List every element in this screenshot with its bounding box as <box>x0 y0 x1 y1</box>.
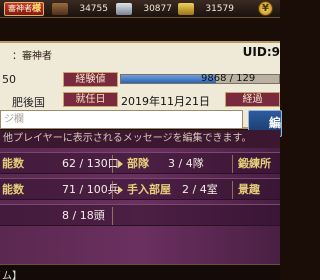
elapsed-label: 経過 <box>225 92 280 107</box>
message-input[interactable] <box>0 110 243 129</box>
badge-mark: 様 <box>32 4 42 14</box>
player-uid: UID:9 <box>242 45 280 59</box>
since-date: 2019年11月21日 <box>121 95 210 108</box>
stat-value: 62 / 130口 <box>62 157 119 170</box>
resource-steel: 30877 <box>116 2 174 16</box>
divider <box>112 181 113 199</box>
resource-gold-value: 31579 <box>205 4 234 14</box>
wood-icon <box>52 3 68 15</box>
stat-value: 71 / 100兵 <box>62 183 119 196</box>
footer-bar: ム】 <box>0 264 280 280</box>
stat-label-2: 部隊 <box>127 157 149 170</box>
exp-label: 経験値 <box>63 72 118 87</box>
stat-label-3: 景趣 <box>238 183 260 196</box>
resource-wood: 34755 <box>52 2 110 16</box>
player-location: 肥後国 <box>12 96 45 109</box>
stat-label-3: 鍛練所 <box>238 157 271 170</box>
stat-label: 能数 <box>2 157 24 170</box>
footer-text: ム】 <box>2 271 22 280</box>
gold-icon <box>178 3 194 15</box>
divider <box>112 207 113 225</box>
divider <box>232 181 233 199</box>
stat-label: 能数 <box>2 183 24 196</box>
arrow-icon <box>118 186 123 194</box>
resource-steel-value: 30877 <box>143 4 172 14</box>
profile-name-row: ：審神者 UID:9 <box>0 43 280 62</box>
resource-bar: 審神者様 34755 30877 31579 ¥ <box>0 0 280 18</box>
exp-bar <box>120 74 280 84</box>
stat-row: 8 / 18頭 <box>0 204 280 226</box>
player-level: 50 <box>2 73 16 86</box>
stat-label-2: 手入部屋 <box>127 183 171 196</box>
stat-value-2: 2 / 4室 <box>182 183 218 196</box>
resource-gold: 31579 <box>178 2 236 16</box>
steel-icon <box>116 3 132 15</box>
message-note: 他プレイヤーに表示されるメッセージを編集できます。 <box>0 130 280 148</box>
stat-value: 8 / 18頭 <box>62 209 105 222</box>
divider <box>112 155 113 173</box>
saniwa-badge[interactable]: 審神者様 <box>4 2 44 16</box>
stat-row: 能数 62 / 130口 部隊 3 / 4隊 鍛練所 <box>0 152 280 174</box>
coin-icon[interactable]: ¥ <box>258 1 273 16</box>
player-name: ：審神者 <box>12 51 52 62</box>
stat-value-2: 3 / 4隊 <box>168 157 204 170</box>
arrow-icon <box>118 160 123 168</box>
badge-label: 審神者 <box>8 4 32 13</box>
since-label: 就任日 <box>63 92 118 107</box>
exp-value: 9868 / 129 <box>201 73 256 84</box>
divider <box>232 155 233 173</box>
resource-wood-value: 34755 <box>79 4 108 14</box>
stat-row: 能数 71 / 100兵 手入部屋 2 / 4室 景趣 <box>0 178 280 200</box>
